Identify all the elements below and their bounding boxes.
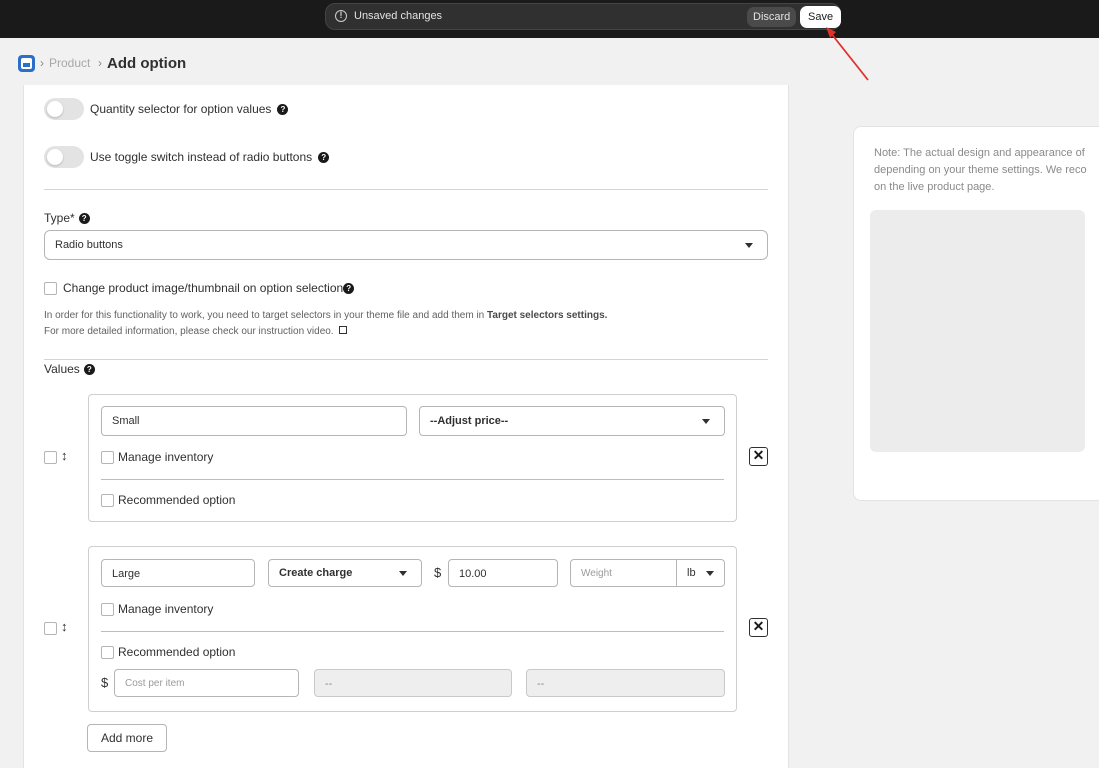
manage-inventory-row: Manage inventory — [101, 450, 213, 464]
chevron-down-icon — [702, 419, 710, 424]
margin-field: -- — [314, 669, 512, 697]
help-icon[interactable]: ? — [83, 363, 95, 375]
manage-inventory-checkbox[interactable] — [101, 602, 114, 616]
instruction-video-note: For more detailed information, please ch… — [44, 326, 347, 337]
recommended-row: Recommended option — [101, 493, 235, 507]
option-form-card: Quantity selector for option values ? Us… — [23, 85, 789, 768]
discard-button[interactable]: Discard — [747, 7, 797, 27]
remove-value-button[interactable]: ✕ — [749, 618, 768, 637]
price-mode-select[interactable]: Create charge — [268, 559, 422, 587]
section-divider — [44, 359, 768, 360]
quantity-selector-toggle[interactable] — [44, 98, 84, 120]
weight-placeholder: Weight — [581, 568, 612, 579]
alert-icon: ! — [335, 10, 347, 22]
values-label-row: Values ? — [44, 362, 95, 376]
type-select-value: Radio buttons — [55, 239, 123, 251]
breadcrumb: › Product › Add option — [18, 53, 186, 73]
add-more-button[interactable]: Add more — [87, 724, 168, 752]
quantity-selector-row: Quantity selector for option values ? — [44, 98, 289, 120]
instruction-video-text: For more detailed information, please ch… — [44, 326, 334, 337]
recommended-checkbox[interactable] — [101, 645, 114, 659]
change-image-row: Change product image/thumbnail on option… — [44, 281, 355, 295]
toggle-switch-row: Use toggle switch instead of radio butto… — [44, 146, 330, 168]
target-selectors-note: In order for this functionality to work,… — [44, 310, 607, 321]
price-input[interactable]: 10.00 — [448, 559, 558, 587]
help-icon[interactable]: ? — [318, 151, 330, 163]
value-select-checkbox[interactable] — [44, 622, 57, 635]
manage-inventory-checkbox[interactable] — [101, 450, 114, 464]
app-logo-icon[interactable] — [18, 54, 35, 72]
breadcrumb-separator: › — [98, 56, 102, 70]
contextual-save-bar: ! Unsaved changes Discard Save — [325, 3, 842, 30]
value-divider — [101, 631, 724, 632]
remove-value-button[interactable]: ✕ — [749, 447, 768, 466]
value-card-small: Small --Adjust price-- Manage inventory … — [88, 394, 737, 522]
margin-value: -- — [325, 678, 333, 690]
manage-inventory-label: Manage inventory — [118, 450, 214, 464]
recommended-checkbox[interactable] — [101, 493, 114, 507]
manage-inventory-row: Manage inventory — [101, 602, 213, 616]
recommended-label: Recommended option — [118, 493, 236, 507]
toggle-switch-label: Use toggle switch instead of radio butto… — [90, 150, 313, 164]
note-text: In order for this functionality to work,… — [44, 310, 488, 321]
target-selectors-settings-link[interactable]: Target selectors settings. — [487, 310, 607, 321]
price-value: 10.00 — [459, 568, 487, 580]
cost-per-item-input[interactable]: Cost per item — [114, 669, 299, 697]
change-image-checkbox[interactable] — [44, 281, 57, 295]
preview-note-line: depending on your theme settings. We rec… — [874, 164, 1087, 176]
value-select-checkbox[interactable] — [44, 451, 57, 464]
help-icon[interactable]: ? — [78, 212, 90, 224]
manage-inventory-label: Manage inventory — [118, 602, 214, 616]
currency-symbol: $ — [434, 565, 442, 580]
price-mode-value: --Adjust price-- — [430, 415, 509, 427]
value-card-large: Large Create charge $ 10.00 Weight lb Ma… — [88, 546, 737, 712]
change-image-label: Change product image/thumbnail on option… — [63, 281, 344, 295]
top-bar: ! Unsaved changes Discard Save — [0, 0, 1099, 38]
drag-handle-icon[interactable]: ↕ — [61, 619, 68, 634]
value-name-text: Small — [112, 415, 140, 427]
preview-image-placeholder — [870, 210, 1085, 452]
toggle-switch-toggle[interactable] — [44, 146, 84, 168]
cost-per-item-placeholder: Cost per item — [125, 678, 185, 689]
unsaved-changes-message: Unsaved changes — [354, 10, 443, 22]
profit-value: -- — [537, 678, 545, 690]
price-mode-value: Create charge — [279, 567, 353, 579]
value-name-text: Large — [112, 568, 141, 580]
value-name-input[interactable]: Small — [101, 406, 407, 436]
value-name-input[interactable]: Large — [101, 559, 255, 587]
preview-panel: Note: The actual design and appearance o… — [853, 126, 1099, 501]
preview-note: Note: The actual design and appearance o… — [874, 145, 1099, 196]
chevron-down-icon — [706, 571, 714, 576]
chevron-down-icon — [745, 243, 753, 248]
type-select[interactable]: Radio buttons — [44, 230, 768, 260]
weight-unit-select[interactable]: lb — [676, 559, 725, 587]
external-link-icon[interactable] — [338, 326, 347, 334]
value-divider — [101, 479, 724, 480]
quantity-selector-label: Quantity selector for option values — [90, 102, 272, 116]
weight-input[interactable]: Weight — [570, 559, 677, 587]
help-icon[interactable]: ? — [277, 103, 289, 115]
recommended-label: Recommended option — [118, 645, 236, 659]
values-label: Values — [44, 362, 80, 376]
breadcrumb-product-link[interactable]: Product — [49, 56, 93, 70]
chevron-down-icon — [399, 571, 407, 576]
type-label-row: Type* ? — [44, 211, 90, 225]
profit-field: -- — [526, 669, 725, 697]
preview-note-line: on the live product page. — [874, 181, 995, 193]
drag-handle-icon[interactable]: ↕ — [61, 448, 68, 463]
section-divider — [44, 189, 768, 190]
recommended-row: Recommended option — [101, 645, 235, 659]
help-icon[interactable]: ? — [343, 282, 355, 294]
preview-note-line: Note: The actual design and appearance o… — [874, 147, 1085, 159]
currency-symbol: $ — [101, 675, 109, 690]
annotation-arrow-icon — [826, 27, 869, 81]
type-label: Type* — [44, 211, 75, 225]
breadcrumb-separator: › — [40, 56, 44, 70]
weight-unit-value: lb — [687, 567, 696, 579]
price-mode-select[interactable]: --Adjust price-- — [419, 406, 725, 436]
page-title: Add option — [107, 54, 187, 72]
